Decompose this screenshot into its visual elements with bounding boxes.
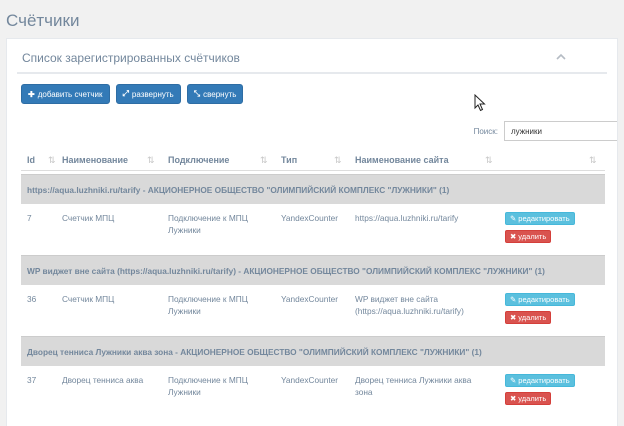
cell-site-line: зона <box>355 387 373 397</box>
cell-name: Счетчик МПЦ <box>62 294 115 304</box>
cell-type: YandexCounter <box>281 375 339 385</box>
plus-icon: ✚ <box>28 89 35 99</box>
page-title: Счётчики <box>6 11 80 30</box>
table-row: 7 Счетчик МПЦ Подключение к МПЦ Лужники … <box>21 205 605 250</box>
header-id[interactable]: Id <box>27 155 35 165</box>
table-row: 37 Дворец тенниса аква Подключение к МПЦ… <box>21 367 605 412</box>
times-icon: ✖ <box>510 232 517 241</box>
sort-icon[interactable]: ⇅ <box>48 155 56 166</box>
delete-button[interactable]: ✖ удалить <box>505 311 552 324</box>
cell-id: 36 <box>27 294 37 304</box>
cell-type: YandexCounter <box>281 294 339 304</box>
search-input[interactable] <box>504 121 617 141</box>
collapse-label: свернуть <box>203 89 237 99</box>
header-site-name[interactable]: Наименование сайта <box>355 155 449 165</box>
table-row: 36 Счетчик МПЦ Подключение к МПЦ Лужники… <box>21 286 605 331</box>
compress-icon: ⤡ <box>193 89 201 98</box>
pencil-icon: ✎ <box>510 295 517 304</box>
cell-site-line: (https://aqua.luzhniki.ru/tarify) <box>355 306 464 316</box>
group-title: https://aqua.luzhniki.ru/tarify - АКЦИОН… <box>27 185 450 195</box>
add-counter-label: добавить счетчик <box>37 89 103 99</box>
cell-connection: Подключение к МПЦ Лужники <box>168 293 248 317</box>
edit-label: редактировать <box>518 214 570 223</box>
edit-button[interactable]: ✎ редактировать <box>505 374 575 387</box>
toolbar: ✚ добавить счетчик ⤢ развернуть ⤡ сверну… <box>21 84 244 104</box>
cell-type: YandexCounter <box>281 213 339 223</box>
cell-site: Дворец тенниса Лужники аква зона <box>355 374 471 398</box>
delete-button[interactable]: ✖ удалить <box>505 392 552 405</box>
cell-connection-line: Лужники <box>168 387 201 397</box>
delete-label: удалить <box>518 394 547 403</box>
cell-site-line: https://aqua.luzhniki.ru/tarify <box>355 213 459 223</box>
delete-button[interactable]: ✖ удалить <box>505 230 552 243</box>
cell-name: Счетчик МПЦ <box>62 213 115 223</box>
panel-divider <box>17 72 607 74</box>
edit-button[interactable]: ✎ редактировать <box>505 293 575 306</box>
chevron-up-icon[interactable] <box>555 51 567 63</box>
edit-label: редактировать <box>518 295 570 304</box>
sort-icon[interactable]: ⇅ <box>147 155 155 166</box>
search-label: Поиск: <box>473 126 498 136</box>
cell-connection-line: Лужники <box>168 225 201 235</box>
expand-button[interactable]: ⤢ развернуть <box>115 84 181 104</box>
group-row[interactable]: WP виджет вне сайта (https://aqua.luzhni… <box>21 255 605 285</box>
cell-connection-line: Подключение к МПЦ <box>168 213 248 223</box>
panel-title: Список зарегистрированных счётчиков <box>22 51 240 65</box>
cell-connection-line: Подключение к МПЦ <box>168 375 248 385</box>
sort-icon[interactable]: ⇅ <box>334 155 342 166</box>
header-type[interactable]: Тип <box>281 155 297 165</box>
cell-site: https://aqua.luzhniki.ru/tarify <box>355 212 458 224</box>
pencil-icon: ✎ <box>510 376 517 385</box>
edit-label: редактировать <box>518 376 570 385</box>
header-name[interactable]: Наименование <box>62 155 128 165</box>
cell-site-line: WP виджет вне сайта <box>355 294 439 304</box>
expand-icon: ⤢ <box>122 89 129 98</box>
times-icon: ✖ <box>510 313 517 322</box>
delete-label: удалить <box>518 313 547 322</box>
panel-header: Список зарегистрированных счётчиков <box>7 39 617 73</box>
add-counter-button[interactable]: ✚ добавить счетчик <box>21 84 110 104</box>
collapse-button[interactable]: ⤡ свернуть <box>186 84 244 104</box>
expand-label: развернуть <box>131 89 174 99</box>
sort-icon[interactable]: ⇅ <box>260 155 268 166</box>
cell-site-line: Дворец тенниса Лужники аква <box>355 375 472 385</box>
times-icon: ✖ <box>510 394 517 403</box>
pencil-icon: ✎ <box>510 214 517 223</box>
sort-icon[interactable]: ⇅ <box>589 155 597 166</box>
cell-connection: Подключение к МПЦ Лужники <box>168 212 248 236</box>
group-title: WP виджет вне сайта (https://aqua.luzhni… <box>27 266 545 276</box>
cell-name: Дворец тенниса аква <box>62 375 144 385</box>
cell-connection-line: Подключение к МПЦ <box>168 294 248 304</box>
group-row[interactable]: Дворец тенниса Лужники аква зона - АКЦИО… <box>21 336 605 366</box>
delete-label: удалить <box>518 232 547 241</box>
table-header: Id ⇅ Наименование ⇅ Подключение ⇅ Тип ⇅ … <box>21 149 605 171</box>
header-connection[interactable]: Подключение <box>168 155 229 165</box>
group-row[interactable]: https://aqua.luzhniki.ru/tarify - АКЦИОН… <box>21 174 605 204</box>
counters-panel: Список зарегистрированных счётчиков ✚ до… <box>6 38 618 426</box>
cell-id: 37 <box>27 375 37 385</box>
cell-id: 7 <box>27 213 32 223</box>
sort-icon[interactable]: ⇅ <box>485 155 493 166</box>
edit-button[interactable]: ✎ редактировать <box>505 212 575 225</box>
search-area: Поиск: <box>474 121 617 141</box>
group-title: Дворец тенниса Лужники аква зона - АКЦИО… <box>27 347 482 357</box>
cell-connection-line: Лужники <box>168 306 201 316</box>
cell-site: WP виджет вне сайта (https://aqua.luzhni… <box>355 293 464 317</box>
mouse-cursor-icon <box>474 94 486 112</box>
cell-connection: Подключение к МПЦ Лужники <box>168 374 248 398</box>
